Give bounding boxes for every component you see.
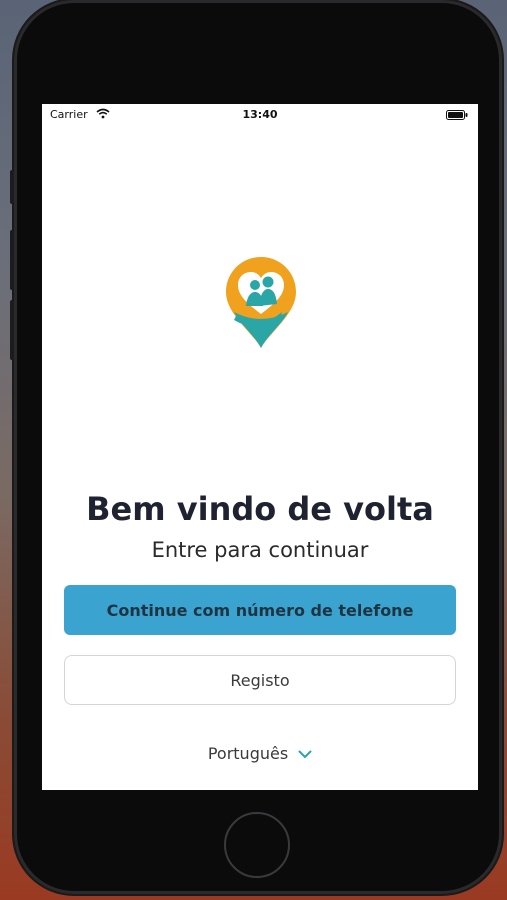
- status-bar: Carrier 13:40: [42, 104, 478, 126]
- volume-down-button: [10, 300, 14, 360]
- language-label: Português: [207, 744, 289, 763]
- welcome-subtitle: Entre para continuar: [151, 538, 369, 562]
- register-button[interactable]: Registo: [64, 655, 456, 705]
- language-selector[interactable]: Português: [42, 744, 478, 763]
- home-button[interactable]: [224, 812, 290, 878]
- status-time: 13:40: [242, 108, 278, 121]
- welcome-title: Bem vindo de volta: [86, 490, 434, 528]
- phone-login-button[interactable]: Continue com número de telefone: [64, 585, 456, 635]
- mute-switch: [10, 170, 14, 204]
- app-logo-icon: [222, 254, 300, 350]
- chevron-down-icon: [298, 744, 312, 763]
- battery-icon: [446, 110, 468, 120]
- volume-up-button: [10, 230, 14, 290]
- app-screen: Carrier 13:40 Bem vindo de volta Entre p…: [42, 104, 478, 790]
